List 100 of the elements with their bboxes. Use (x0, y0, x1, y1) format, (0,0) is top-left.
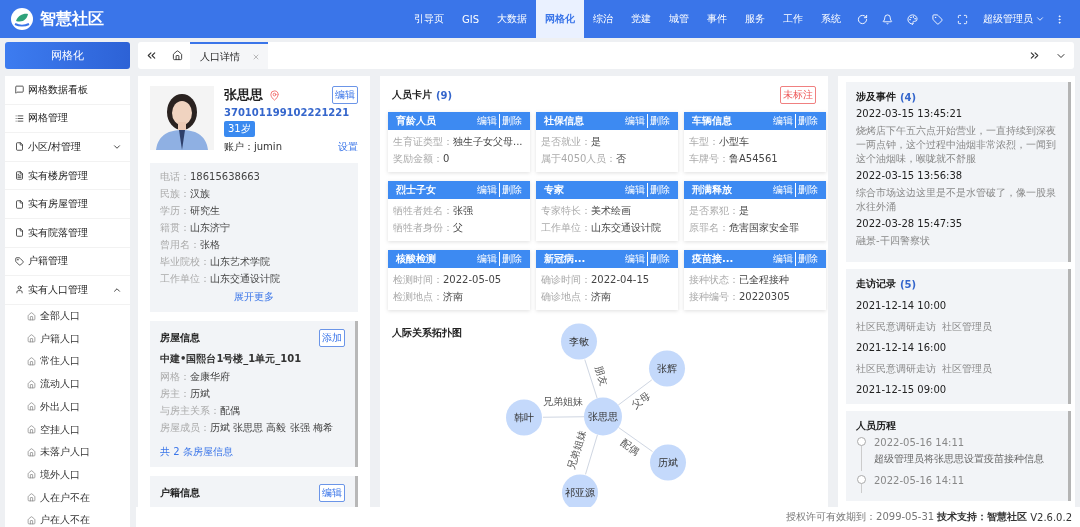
event-time: 2022-03-15 13:56:38 (856, 170, 964, 182)
nav-tab[interactable]: 党建 (622, 0, 660, 38)
house-icon (27, 425, 36, 435)
card-field: 接种编号：20220305 (689, 291, 823, 303)
map-pin-icon[interactable] (269, 89, 280, 101)
detail-field: 工作单位：山东交通设计院 (160, 273, 348, 285)
page-tab[interactable]: 人口详情 (190, 42, 268, 69)
sidebar-item[interactable]: 实有楼房管理 (5, 161, 130, 191)
visit-time: 2021-12-15 09:00 (856, 384, 948, 396)
edit-button[interactable]: 编辑 (332, 86, 358, 104)
relation-label: 兄弟姐妹 (543, 395, 584, 408)
delete-link[interactable]: 删除 (795, 114, 820, 128)
card-title: 烈士子女 (396, 183, 437, 197)
delete-link[interactable]: 删除 (647, 183, 672, 197)
nav-tab[interactable]: 网格化 (536, 0, 584, 38)
sidebar-item[interactable]: 网格数据看板 (5, 76, 130, 105)
event-count: (4) (900, 91, 917, 103)
age-badge: 31岁 (224, 121, 255, 137)
sidebar-subitem[interactable]: 未落户人口 (5, 440, 130, 464)
sidebar-subitem[interactable]: 境外人口 (5, 463, 130, 487)
edit-link[interactable]: 编辑 (475, 114, 499, 128)
edit-link[interactable]: 编辑 (475, 252, 499, 266)
module-button[interactable]: 网格化 (5, 42, 130, 69)
nav-tab[interactable]: 引导页 (404, 0, 453, 38)
delete-link[interactable]: 删除 (795, 252, 820, 266)
card-title: 疫苗接... (692, 252, 735, 266)
visit-time: 2021-12-14 10:00 (856, 300, 948, 312)
delete-link[interactable]: 删除 (499, 252, 524, 266)
detail-field: 毕业院校：山东艺术学院 (160, 256, 348, 268)
card-field: 车牌号：鲁A54561 (689, 153, 823, 165)
sidebar-item[interactable]: 户籍管理 (5, 247, 130, 277)
section-title: 人员历程 (856, 419, 897, 433)
delete-link[interactable]: 删除 (647, 114, 672, 128)
sidebar-item[interactable]: 网格管理 (5, 104, 130, 134)
sidebar-subitem[interactable]: 户在人不在 (5, 508, 130, 527)
edit-link[interactable]: 编辑 (623, 183, 647, 197)
delete-link[interactable]: 删除 (795, 183, 820, 197)
edit-link[interactable]: 编辑 (623, 252, 647, 266)
delete-link[interactable]: 删除 (499, 114, 524, 128)
nav-tab[interactable]: 综治 (584, 0, 622, 38)
section-title: 涉及事件 (856, 90, 896, 104)
card-field: 检测地点：济南 (393, 291, 527, 303)
expand-more-link[interactable]: 展开更多 (234, 290, 274, 304)
user-menu[interactable]: 超级管理员 (983, 12, 1033, 26)
connector-line (585, 434, 598, 475)
house-icon (27, 447, 36, 457)
nav-tab[interactable]: GIS (452, 0, 488, 38)
sidebar-subitem[interactable]: 常住人口 (5, 350, 130, 373)
section-title: 人员卡片 (392, 88, 432, 102)
sidebar-item[interactable]: 实有人口管理 (5, 276, 130, 305)
edit-link[interactable]: 编辑 (771, 183, 795, 197)
house-icon (27, 334, 36, 344)
detail-field: 学历：研究生 (160, 205, 348, 217)
add-button[interactable]: 添加 (319, 329, 345, 347)
logo-icon (10, 7, 34, 31)
edit-link[interactable]: 编辑 (771, 252, 795, 266)
nav-tab[interactable]: 城管 (660, 0, 698, 38)
sidebar-item[interactable]: 实有房屋管理 (5, 190, 130, 219)
edit-link[interactable]: 编辑 (475, 183, 499, 197)
nav-tab[interactable]: 服务 (736, 0, 774, 38)
section-title: 户籍信息 (160, 486, 200, 500)
timeline-dot (856, 475, 866, 484)
sidebar-subitem[interactable]: 空挂人口 (5, 418, 130, 441)
house-field: 房屋成员：历斌 张思思 高毅 张强 梅希 (160, 422, 345, 434)
license-text: 授权许可有效期到：2099-05-31 (786, 510, 935, 524)
card-title: 新冠病... (544, 252, 587, 266)
sidebar-subitem[interactable]: 全部人口 (5, 304, 130, 328)
settings-link[interactable]: 设置 (338, 140, 358, 154)
menu-item-icon (15, 142, 24, 152)
nav-tab[interactable]: 大数据 (488, 0, 536, 38)
card-field: 接种状态：已全程接种 (689, 274, 823, 286)
nav-tab[interactable]: 事件 (698, 0, 736, 38)
card-title: 刑满释放 (692, 183, 733, 197)
menu-item-icon (15, 199, 24, 209)
nav-tab[interactable]: 工作 (774, 0, 812, 38)
delete-link[interactable]: 删除 (647, 252, 672, 266)
card-field: 奖励金额：0 (393, 153, 527, 165)
card-field: 生育证类型：独生子女父母... (393, 136, 527, 148)
section-title: 房屋信息 (160, 331, 200, 345)
menu-item-icon (15, 228, 24, 238)
card-field: 检测时间：2022-05-05 (393, 274, 527, 286)
timeline-dot (856, 437, 866, 446)
sidebar-subitem[interactable]: 流动人口 (5, 372, 130, 396)
sidebar-subitem[interactable]: 户籍人口 (5, 327, 130, 351)
house-count-link[interactable]: 共 2 条房屋信息 (160, 445, 345, 459)
person-name: 张思思 (224, 86, 263, 104)
sidebar-item[interactable]: 小区/村管理 (5, 133, 130, 162)
app-title: 智慧社区 (40, 8, 104, 30)
person-node: 张辉 (649, 350, 685, 387)
nav-tab[interactable]: 系统 (812, 0, 850, 38)
person-node: 历斌 (650, 444, 686, 481)
delete-link[interactable]: 删除 (499, 183, 524, 197)
edit-link[interactable]: 编辑 (771, 114, 795, 128)
sidebar-subitem[interactable]: 外出人口 (5, 395, 130, 419)
edit-button[interactable]: 编辑 (319, 484, 345, 502)
edit-link[interactable]: 编辑 (623, 114, 647, 128)
event-description: 综合市场这边这里是不是水管破了，像一股泉水往外涌 (856, 186, 1057, 214)
close-icon[interactable] (252, 52, 260, 61)
sidebar-item[interactable]: 实有院落管理 (5, 218, 130, 248)
sidebar-subitem[interactable]: 人在户不在 (5, 486, 130, 509)
